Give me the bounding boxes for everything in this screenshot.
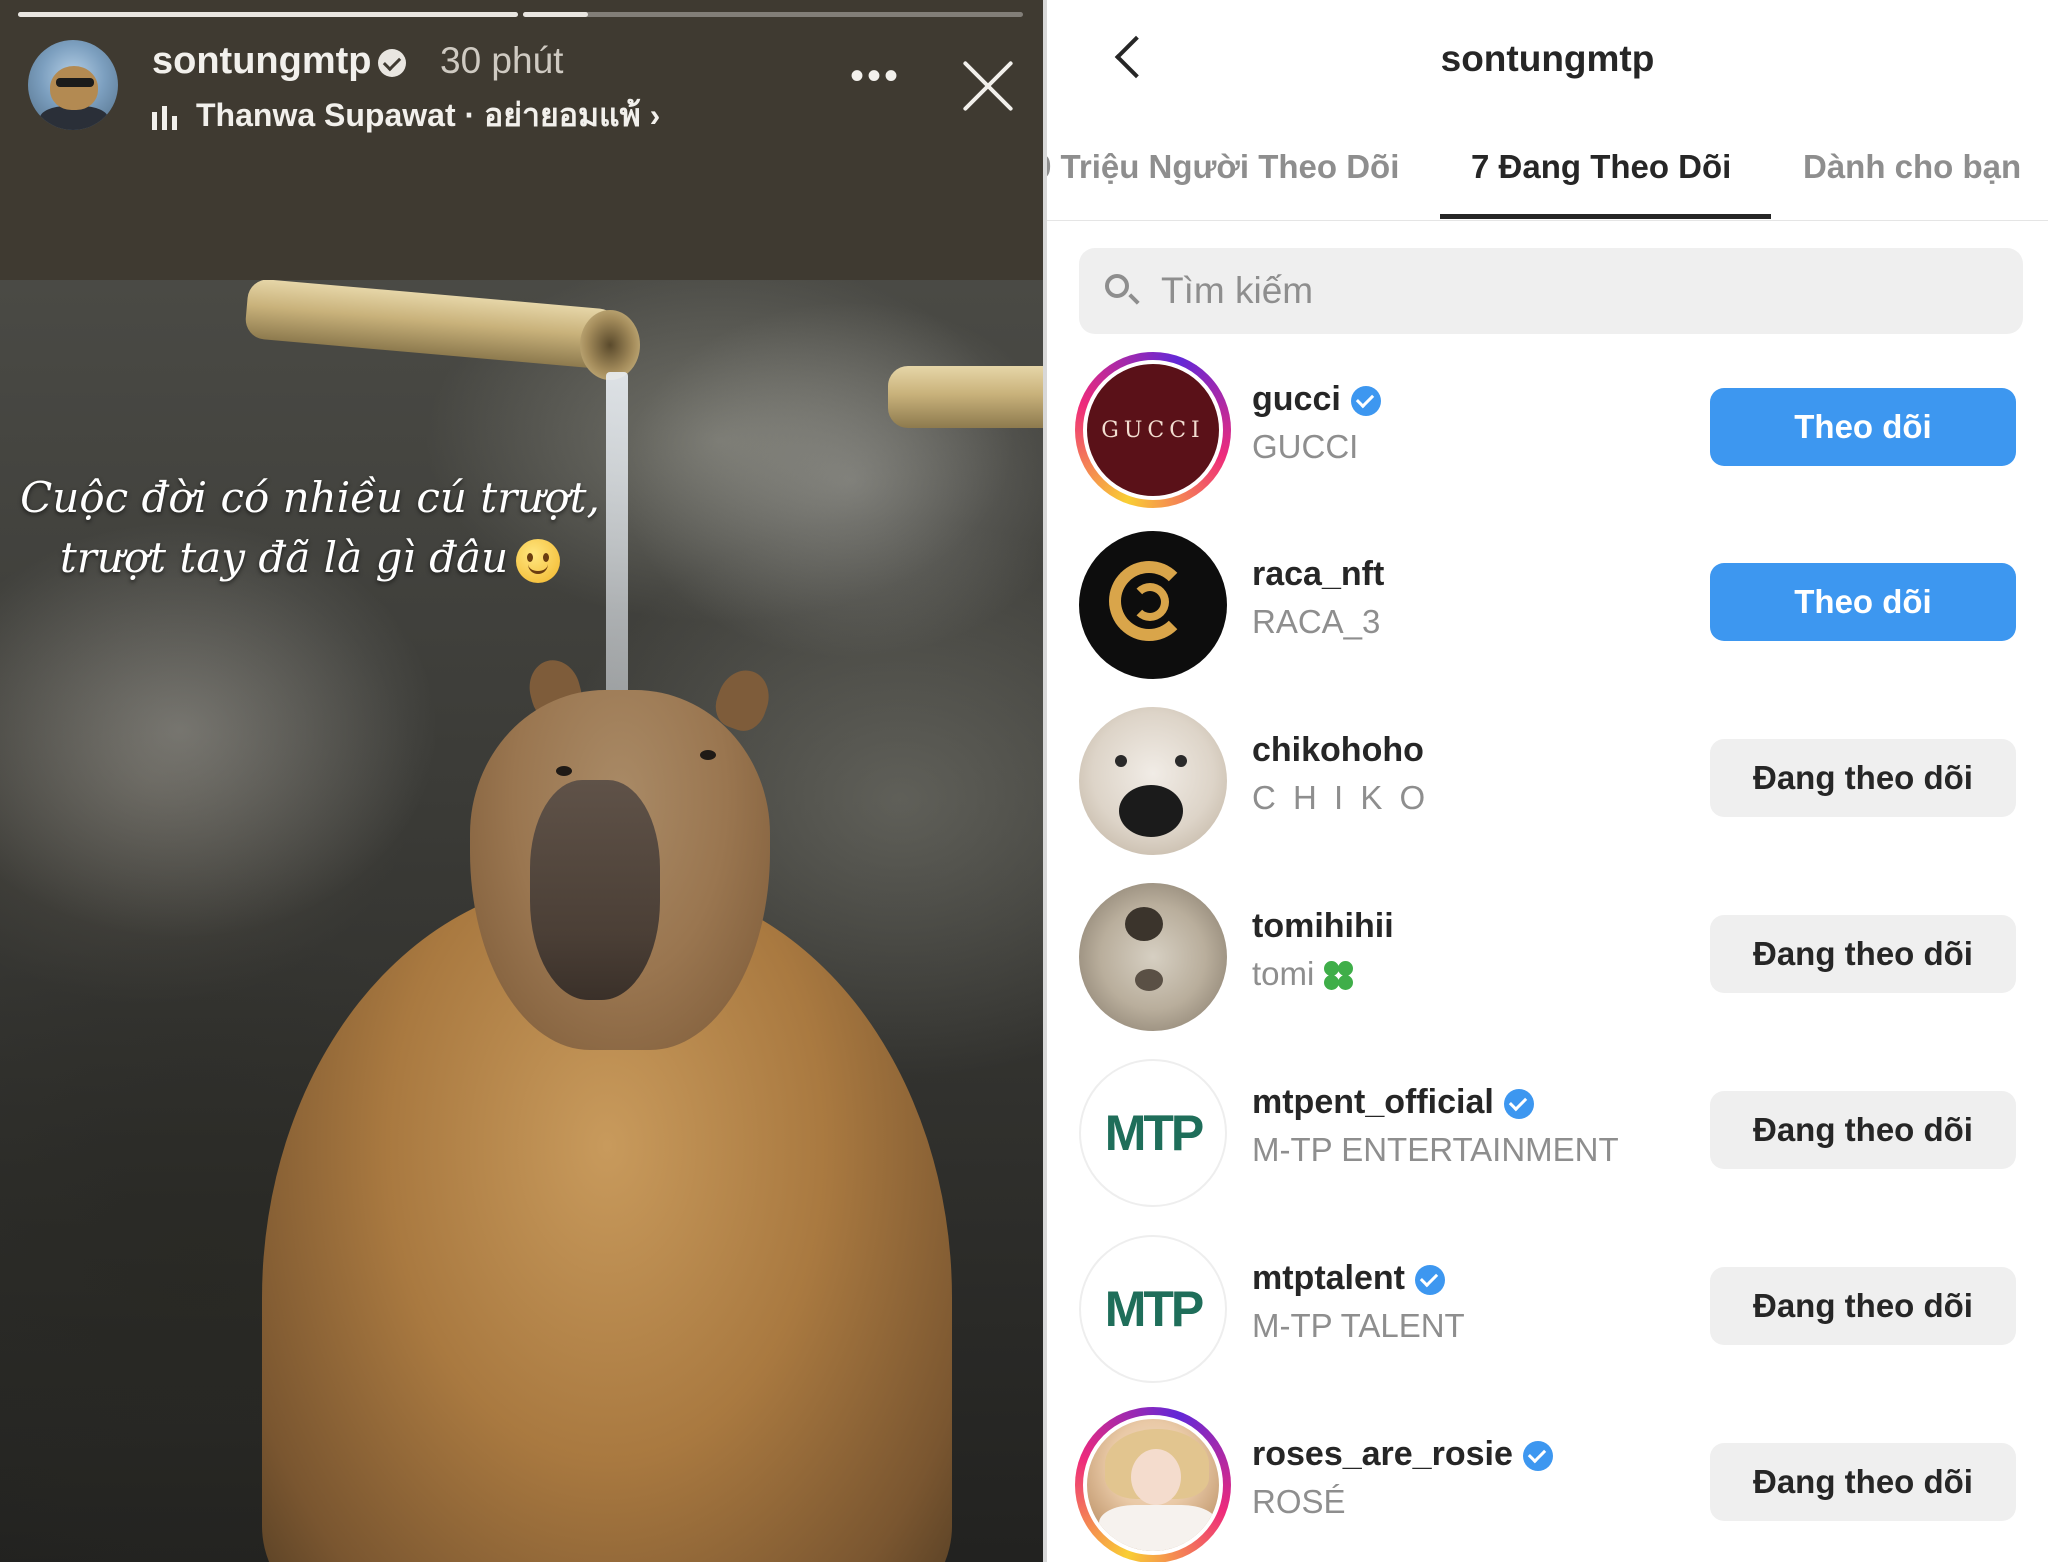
username-row[interactable]: mtptalent [1252,1259,1445,1298]
story-viewer[interactable]: sontungmtp 30 phút Thanwa Supawat · อย่า… [0,0,1043,1562]
avatar [1079,883,1227,1031]
active-tab-indicator [1440,214,1771,219]
full-name: C H I K O [1252,779,1430,816]
bamboo-pipe-2 [888,366,1043,428]
full-name: M-TP TALENT [1252,1307,1465,1344]
bamboo-pipe [244,280,620,371]
avatar: MTP [1079,1059,1227,1207]
avatar: GUCCI [1083,360,1223,500]
list-item[interactable]: MTP mtptalent M-TP TALENT Đang theo dõi [1047,1231,2048,1391]
list-item[interactable]: roses_are_rosie ROSÉ Đang theo dõi [1047,1407,2048,1562]
tab-followers[interactable]: 9 Triệu Người Theo Dõi [1047,148,1399,186]
music-bars-icon [152,105,182,130]
following-panel: sontungmtp 9 Triệu Người Theo Dõi 7 Đang… [1047,0,2048,1562]
search-icon [1105,274,1129,298]
username[interactable]: chikohoho [1252,731,1424,770]
verified-badge-icon [1503,1089,1534,1120]
following-button[interactable]: Đang theo dõi [1710,915,2016,993]
story-time: 30 phút [440,40,564,81]
full-name: RACA_3 [1252,603,1381,640]
story-ring[interactable] [1075,1407,1231,1562]
avatar-wrapper[interactable] [1075,879,1231,1035]
story-header: sontungmtp 30 phút Thanwa Supawat · อย่า… [0,0,1043,280]
story-music-label: Thanwa Supawat · อย่ายอมแพ้ › [196,97,661,133]
following-button[interactable]: Đang theo dõi [1710,1267,2016,1345]
close-icon[interactable] [958,56,1018,116]
username[interactable]: raca_nft [1252,555,1384,594]
story-music[interactable]: Thanwa Supawat · อย่ายอมแพ้ › [152,90,660,141]
capybara-eye [556,766,572,776]
following-button[interactable]: Đang theo dõi [1710,739,2016,817]
username-row[interactable]: gucci [1252,380,1381,419]
smile-emoji-icon [516,539,561,583]
full-name-row: tomi [1252,955,1356,993]
capybara-eye [700,750,716,760]
avatar-wrapper[interactable]: MTP [1075,1055,1231,1211]
story-username[interactable]: sontungmtp [152,40,372,82]
avatar-glasses [56,78,94,87]
capybara-snout [530,780,660,1000]
username-row[interactable]: roses_are_rosie [1252,1435,1553,1474]
steam [620,300,1043,660]
gucci-logo-text: GUCCI [1101,417,1205,443]
mtp-logo-text: MTP [1104,1105,1205,1161]
full-name: GUCCI [1252,428,1359,465]
following-button[interactable]: Đang theo dõi [1710,1443,2016,1521]
four-leaf-clover-icon [1322,959,1356,993]
full-name: M-TP ENTERTAINMENT [1252,1131,1619,1168]
full-name: tomi [1252,955,1315,992]
profile-title: sontungmtp [1440,38,1655,79]
verified-badge-icon [1350,386,1381,417]
tab-for-you[interactable]: Dành cho bạn [1803,148,2021,186]
story-caption: Cuộc đời có nhiều cú trượt, trượt tay đã… [0,468,620,588]
story-username-row[interactable]: sontungmtp [152,40,406,83]
story-ring[interactable]: GUCCI [1075,352,1231,508]
username[interactable]: gucci [1252,380,1341,418]
username[interactable]: roses_are_rosie [1252,1435,1513,1473]
avatar-wrapper[interactable] [1075,527,1231,683]
story-progress-1 [18,12,518,17]
full-name: ROSÉ [1252,1483,1346,1520]
search-bar[interactable] [1079,248,2023,334]
username-row[interactable]: mtpent_official [1252,1083,1534,1122]
username[interactable]: tomihihii [1252,907,1394,946]
avatar-wrapper[interactable]: MTP [1075,1231,1231,1387]
verified-badge-icon [1522,1441,1553,1472]
tab-following[interactable]: 7 Đang Theo Dõi [1471,148,1731,186]
list-item[interactable]: GUCCI gucci GUCCI Theo dõi [1047,352,2048,512]
caption-line-1: Cuộc đời có nhiều cú trượt, [20,473,600,522]
avatar [1079,531,1227,679]
caption-line-2-text: trượt tay đã là gì đâu [59,533,509,582]
bamboo-pipe-end [580,310,640,380]
following-tabs: 9 Triệu Người Theo Dõi 7 Đang Theo Dõi D… [1047,140,2048,221]
story-progress-2-fill [523,12,588,17]
avatar [1083,1415,1223,1555]
follow-button[interactable]: Theo dõi [1710,563,2016,641]
search-input[interactable] [1159,260,2003,322]
list-item[interactable]: raca_nft RACA_3 Theo dõi [1047,527,2048,687]
mtp-logo-text: MTP [1104,1281,1205,1337]
story-progress-2 [523,12,1023,17]
avatar [1079,707,1227,855]
list-item[interactable]: chikohoho C H I K O Đang theo dõi [1047,703,2048,863]
avatar: MTP [1079,1235,1227,1383]
story-avatar[interactable] [28,40,118,130]
list-item[interactable]: tomihihii tomi Đang theo dõi [1047,879,2048,1039]
username[interactable]: mtpent_official [1252,1083,1494,1121]
avatar-face [50,66,98,110]
verified-badge-icon [377,48,406,77]
list-item[interactable]: MTP mtpent_official M-TP ENTERTAINMENT Đ… [1047,1055,2048,1215]
caption-line-2: trượt tay đã là gì đâu [0,528,620,588]
verified-badge-icon [1415,1265,1445,1296]
avatar-wrapper[interactable] [1075,703,1231,859]
username[interactable]: mtptalent [1252,1259,1405,1297]
follow-button[interactable]: Theo dõi [1710,388,2016,466]
following-button[interactable]: Đang theo dõi [1710,1091,2016,1169]
more-options-icon[interactable]: ••• [850,56,901,96]
story-progress-1-fill [18,12,518,17]
